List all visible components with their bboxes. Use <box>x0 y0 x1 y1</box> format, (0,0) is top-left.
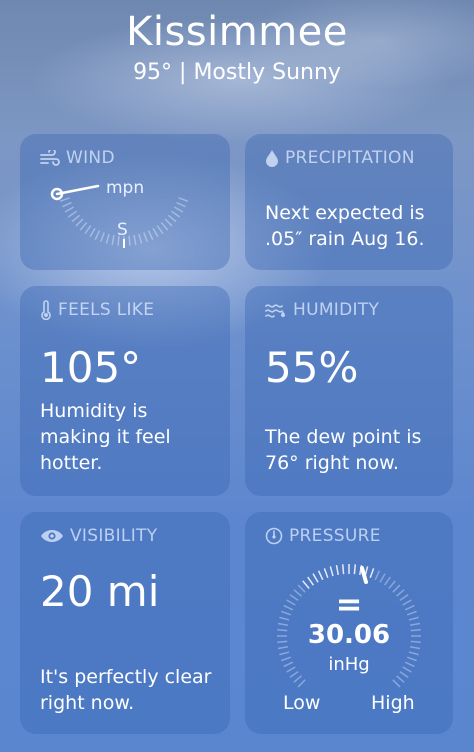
feels-like-card-title: FEELS LIKE <box>40 300 154 320</box>
pressure-unit: inHg <box>328 654 370 675</box>
humidity-dew-point-text: The dew point is 76° right now. <box>265 426 422 474</box>
eye-icon <box>40 528 64 544</box>
feels-like-card[interactable]: FEELS LIKE 105° Humidity is making it fe… <box>20 286 230 496</box>
location-header: Kissimmee 95° | Mostly Sunny <box>0 8 474 88</box>
wind-compass <box>50 184 189 248</box>
wind-compass-tick <box>147 230 154 240</box>
wind-unit: mpn <box>106 178 145 198</box>
wind-compass-tick <box>128 235 131 246</box>
pressure-gauge-tick <box>341 564 345 575</box>
visibility-card[interactable]: VISIBILITY 20 mi It's perfectly clear ri… <box>20 512 230 734</box>
wind-compass-tick <box>84 225 92 235</box>
pressure-gauge-tick <box>353 564 357 575</box>
wind-direction-needle <box>55 184 100 196</box>
wind-compass-tick <box>100 232 105 243</box>
pressure-gauge-tick <box>323 568 329 578</box>
feels-like-value: 105° <box>40 343 142 392</box>
visibility-value: 20 mi <box>40 567 160 616</box>
wind-compass-tick <box>171 210 181 218</box>
wind-compass-tick <box>133 234 137 246</box>
wind-compass-tick <box>138 233 143 244</box>
wind-compass-tick <box>143 232 148 243</box>
wind-direction-label: S <box>117 220 128 240</box>
pressure-gauge-tick <box>317 570 324 581</box>
visibility-description: It's perfectly clear right now. <box>40 666 212 714</box>
precipitation-card[interactable]: PRECIPITATION Next expected is .05″ rain… <box>245 134 453 270</box>
feels-like-description: Humidity is making it feel hotter. <box>40 400 171 474</box>
pressure-gauge-tick <box>396 675 405 683</box>
pressure-gauge-tick <box>374 570 381 581</box>
pressure-value: 30.06 <box>307 620 391 650</box>
pressure-gauge-tick <box>293 675 302 683</box>
pressure-high-label: High <box>371 692 415 714</box>
pressure-low-label: Low <box>283 692 321 714</box>
wind-compass-tick <box>71 214 81 223</box>
pressure-indicator <box>360 566 368 584</box>
pressure-gauge-tick <box>392 679 401 688</box>
pressure-gauge-tick <box>307 576 315 586</box>
droplet-icon <box>265 149 279 167</box>
pressure-card[interactable]: PRESSURE = 30.06 inHg Low High <box>245 512 453 734</box>
feels-like-title-label: FEELS LIKE <box>58 300 155 320</box>
pressure-gauge-tick <box>379 573 386 583</box>
pressure-trend-symbol: = <box>335 585 363 623</box>
wind-compass-tick <box>89 227 96 238</box>
humidity-title-label: HUMIDITY <box>293 300 380 320</box>
wind-compass-tick <box>167 214 177 223</box>
thermometer-icon <box>40 300 52 320</box>
wind-compass-tick <box>59 197 70 202</box>
wind-compass-tick <box>67 210 77 218</box>
wind-compass-tick <box>178 197 189 202</box>
city-name: Kissimmee <box>126 9 348 55</box>
pressure-gauge-tick <box>297 679 306 688</box>
visibility-title-label: VISIBILITY <box>70 526 158 546</box>
humidity-card[interactable]: HUMIDITY 55% The dew point is 76° right … <box>245 286 453 496</box>
wind-compass-tick <box>156 225 164 235</box>
wind-compass-tick <box>75 218 84 227</box>
wind-compass-tick <box>176 201 186 208</box>
pressure-gauge-tick <box>383 576 391 586</box>
wind-compass-tick <box>152 227 159 238</box>
wind-compass-tick <box>79 221 88 231</box>
wind-compass-tick <box>94 230 101 240</box>
humidity-card-title: HUMIDITY <box>265 300 379 320</box>
humidity-value: 55% <box>265 343 359 392</box>
wind-compass-tick <box>173 206 184 213</box>
pressure-gauge-tick <box>329 566 334 577</box>
visibility-card-title: VISIBILITY <box>40 526 157 546</box>
pressure-gauge-tick <box>369 568 375 578</box>
wind-compass-tick <box>64 206 75 213</box>
wind-card[interactable]: WIND mpn S <box>20 134 230 270</box>
pressure-gauge-tick <box>335 564 339 576</box>
wind-compass-tick <box>160 221 169 231</box>
precipitation-forecast-text: Next expected is .05″ rain Aug 16. <box>265 202 425 250</box>
wind-compass-tick <box>105 233 110 244</box>
precipitation-card-title: PRECIPITATION <box>265 148 415 168</box>
wind-compass-tick <box>164 218 173 227</box>
wind-compass-tick <box>62 201 72 208</box>
current-conditions: 95° | Mostly Sunny <box>133 60 341 85</box>
humidity-icon <box>265 301 287 319</box>
wind-compass-tick <box>111 234 115 246</box>
precipitation-title-label: PRECIPITATION <box>285 148 415 168</box>
pressure-gauge-tick <box>312 573 319 583</box>
